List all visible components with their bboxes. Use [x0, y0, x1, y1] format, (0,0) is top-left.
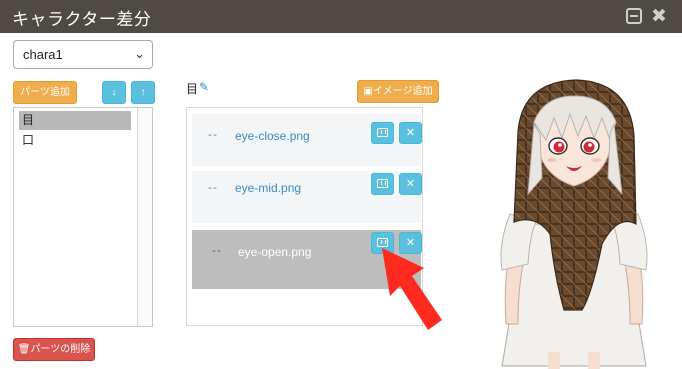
window-titlebar: キャラクター差分 ✖	[0, 0, 682, 33]
part-item-label: 口	[22, 133, 35, 147]
add-part-label: パーツ追加	[20, 87, 70, 98]
delete-part-label: パーツの削除	[30, 344, 91, 355]
edit-icon[interactable]: ✎	[199, 80, 209, 94]
arrow-up-icon: ↑	[140, 87, 146, 98]
add-part-button[interactable]: パーツ追加	[13, 81, 77, 104]
times-icon: ✕	[405, 178, 416, 190]
part-item-mouth[interactable]: 口	[19, 131, 131, 150]
image-name[interactable]: eye-mid.png	[235, 181, 301, 195]
chevron-down-icon: ⌄	[134, 46, 145, 61]
part-item-label: 目	[22, 113, 35, 127]
images-header: 目	[186, 82, 199, 96]
parts-scrollbar[interactable]	[137, 108, 152, 326]
character-select[interactable]: chara1 ⌄	[13, 40, 153, 69]
add-image-button[interactable]: ▣イメージ追加	[357, 80, 439, 103]
drag-handle[interactable]: --	[212, 244, 222, 257]
character-illustration	[500, 79, 648, 369]
move-up-button[interactable]: ↑	[131, 81, 155, 104]
times-icon: ✕	[405, 127, 416, 139]
image-icon: ▣	[363, 86, 373, 97]
preview-button[interactable]	[371, 122, 394, 144]
remove-image-button[interactable]: ✕	[399, 173, 422, 195]
remove-image-button[interactable]: ✕	[399, 122, 422, 144]
arrow-down-icon: ↓	[111, 87, 117, 98]
film-icon	[377, 127, 388, 137]
image-name[interactable]: eye-close.png	[235, 129, 310, 143]
part-item-eye[interactable]: 目	[19, 111, 131, 130]
trash-icon: 🗑	[17, 344, 31, 355]
drag-handle[interactable]: --	[208, 128, 218, 141]
red-arrow-icon	[382, 248, 442, 330]
move-down-button[interactable]: ↓	[102, 81, 126, 104]
window-title: キャラクター差分	[12, 10, 152, 30]
image-name[interactable]: eye-open.png	[238, 245, 311, 259]
film-icon	[377, 178, 388, 188]
image-row-eye-close[interactable]: -- eye-close.png ✕	[192, 114, 422, 166]
minimize-icon[interactable]	[626, 8, 642, 24]
parts-list[interactable]: 目 口	[13, 107, 153, 327]
delete-part-button[interactable]: 🗑パーツの削除	[13, 338, 95, 361]
image-row-eye-mid[interactable]: -- eye-mid.png ✕	[192, 171, 422, 223]
preview-button[interactable]	[371, 173, 394, 195]
drag-handle[interactable]: --	[208, 181, 218, 194]
add-image-label: イメージ追加	[372, 86, 433, 97]
close-icon[interactable]: ✖	[651, 7, 667, 26]
character-select-value: chara1	[23, 47, 63, 62]
